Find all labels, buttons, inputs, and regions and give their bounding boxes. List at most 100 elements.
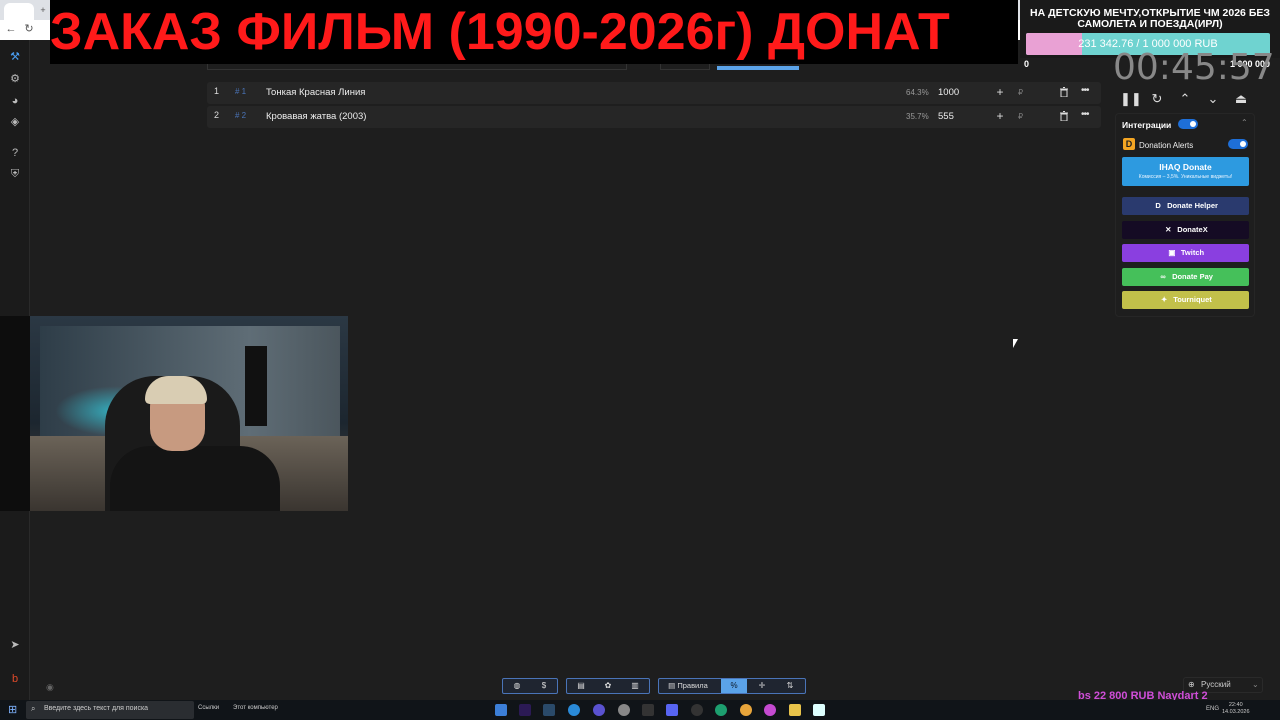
telegram-app-icon[interactable]	[568, 704, 580, 716]
collapse-up-icon[interactable]: ⏏	[1232, 90, 1250, 108]
restart-icon[interactable]: ↻	[1148, 90, 1166, 108]
settings-icon[interactable]: ⚙	[8, 72, 22, 86]
notepad-icon[interactable]	[813, 704, 825, 716]
currency-icon: ₽	[1018, 88, 1024, 97]
save-icon[interactable]: ▤	[568, 679, 594, 693]
browser-tab[interactable]	[4, 3, 34, 20]
rules-label: Правила	[677, 681, 708, 690]
ihaq-donate-button[interactable]: IHAQ Donate Комиссия – 3,5%. Уникальные …	[1122, 157, 1249, 186]
lot-number: 1	[214, 86, 220, 96]
stream-title-overlay: ЗАКАЗ ФИЛЬМ (1990-2026г) ДОНАТ	[50, 0, 1018, 64]
clear-icon[interactable]: ▥	[622, 679, 648, 693]
webcam-door	[245, 346, 267, 426]
random-icon[interactable]: ✿	[595, 679, 621, 693]
donation-alerts-icon: D	[1123, 138, 1135, 150]
integrations-title: Интеграции	[1122, 120, 1172, 130]
chatgpt-icon[interactable]	[691, 704, 703, 716]
integrations-toggle[interactable]	[1178, 119, 1198, 129]
webcam-streamer-hair	[145, 376, 207, 404]
taskbar-search[interactable]: ⌕ Введите здесь текст для поиска	[26, 701, 194, 719]
webcam-coat	[0, 316, 30, 511]
wheel-icon[interactable]: ◕	[8, 94, 22, 108]
add-lot-button[interactable]	[717, 66, 799, 70]
pause-icon[interactable]: ❚❚	[1120, 90, 1142, 108]
lot-row[interactable]: 2 # 2 Кровавая жатва (2003) 35.7% 555 + …	[207, 106, 1101, 128]
ihaq-donate-subtitle: Комиссия – 3,5%. Уникальные виджеты!	[1138, 174, 1233, 180]
start-icon[interactable]: ⊞	[8, 703, 22, 717]
trash-icon[interactable]	[1059, 87, 1069, 97]
twitch-label: Twitch	[1180, 248, 1205, 257]
chevron-up-icon[interactable]: ⌃	[1176, 90, 1194, 108]
sort-icon[interactable]: ⇅	[777, 679, 803, 693]
donation-alerts-toggle[interactable]	[1228, 139, 1248, 149]
rules-icon: ▤	[668, 681, 678, 690]
layers-icon[interactable]: ◈	[8, 115, 22, 129]
donate-helper-button[interactable]: D Donate Helper	[1122, 197, 1249, 215]
timer-controls: ❚❚ ↻ ⌃ ⌄ ⏏	[1118, 88, 1258, 110]
donatex-button[interactable]: ✕ DonateX	[1122, 221, 1249, 239]
twitch-button[interactable]: ▣ Twitch	[1122, 244, 1249, 262]
epic-icon[interactable]	[642, 704, 654, 716]
donate-icon[interactable]: $	[531, 679, 557, 693]
percent-button[interactable]: %	[721, 679, 747, 693]
donatex-label: DonateX	[1177, 225, 1208, 234]
add-amount-icon[interactable]: +	[994, 109, 1006, 123]
taskbar-search-placeholder: Введите здесь текст для поиска	[44, 705, 149, 712]
lot-name[interactable]: Тонкая Красная Линия	[266, 87, 365, 98]
github-icon[interactable]: ◍	[504, 679, 530, 693]
fullscreen-icon[interactable]: ✛	[749, 679, 775, 693]
lot-row[interactable]: 1 # 1 Тонкая Красная Линия 64.3% 1000 + …	[207, 82, 1101, 104]
bottom-toolbar: ◍ $ ▤ ✿ ▥ ▤ Правила % ✛ ⇅	[500, 678, 806, 694]
currency-icon: ₽	[1018, 112, 1024, 121]
goal-min-label: 0	[1024, 59, 1030, 69]
visibility-icon[interactable]: ◉	[46, 682, 54, 693]
logo-icon[interactable]: b	[8, 672, 22, 686]
discord-icon[interactable]	[666, 704, 678, 716]
lot-amount[interactable]: 1000	[938, 87, 959, 98]
donate-helper-icon: D	[1155, 201, 1161, 210]
chevron-down-icon[interactable]: ⌄	[1204, 90, 1222, 108]
help-icon[interactable]: ?	[8, 146, 22, 160]
rules-button[interactable]: ▤ Правила	[660, 679, 716, 693]
twitch-icon: ▣	[1168, 248, 1176, 257]
premiere-icon[interactable]	[519, 704, 531, 716]
lot-amount[interactable]: 555	[938, 111, 954, 122]
trash-icon[interactable]	[1059, 111, 1069, 121]
lot-number: 2	[214, 110, 220, 120]
taskbar-links[interactable]: Ссылки	[198, 705, 219, 711]
reload-icon[interactable]: ↻	[22, 22, 36, 36]
auction-icon[interactable]: ⚒	[8, 50, 22, 64]
tray-language[interactable]: ENG	[1206, 706, 1219, 712]
lot-name[interactable]: Кровавая жатва (2003)	[266, 111, 366, 122]
telegram-icon[interactable]: ➤	[8, 638, 22, 652]
tray-date: 14.03.2026	[1222, 709, 1250, 715]
steam-icon[interactable]	[543, 704, 555, 716]
settings-app-icon[interactable]	[618, 704, 630, 716]
more-icon[interactable]: •••	[1081, 109, 1089, 120]
shield-icon[interactable]: ⛨	[8, 167, 22, 181]
tourniquet-button[interactable]: ✦ Tourniquet	[1122, 291, 1249, 309]
collapse-chevron-icon[interactable]: ⌃	[1241, 118, 1248, 127]
more-icon[interactable]: •••	[1081, 85, 1089, 96]
lot-percent: 35.7%	[906, 112, 929, 121]
browser-icon[interactable]	[764, 704, 776, 716]
links-group: ◍ $	[502, 678, 558, 694]
search-icon: ⌕	[31, 704, 36, 713]
lot-id: # 2	[235, 111, 247, 120]
new-tab-icon[interactable]: +	[36, 3, 50, 17]
tourniquet-label: Tourniquet	[1173, 295, 1212, 304]
donation-alerts-label: Donation Alerts	[1139, 141, 1194, 150]
add-amount-icon[interactable]: +	[994, 85, 1006, 99]
viber-icon[interactable]	[593, 704, 605, 716]
tray-clock[interactable]: 22:40 14.03.2026	[1222, 702, 1250, 716]
explorer-icon[interactable]	[789, 704, 801, 716]
goal-title: НА ДЕТСКУЮ МЕЧТУ,ОТКРЫТИЕ ЧМ 2026 БЕЗ СА…	[1030, 7, 1270, 30]
back-icon[interactable]: ←	[4, 22, 18, 36]
taskbar-this-pc[interactable]: Этот компьютер	[233, 705, 278, 711]
mouse-cursor-icon	[1013, 339, 1018, 348]
chrome-icon[interactable]	[740, 704, 752, 716]
calculator-icon[interactable]	[495, 704, 507, 716]
edge-icon[interactable]	[715, 704, 727, 716]
windows-taskbar: ⊞ ⌕ Введите здесь текст для поиска Ссылк…	[0, 700, 1280, 720]
donate-pay-button[interactable]: ∞ Donate Pay	[1122, 268, 1249, 286]
